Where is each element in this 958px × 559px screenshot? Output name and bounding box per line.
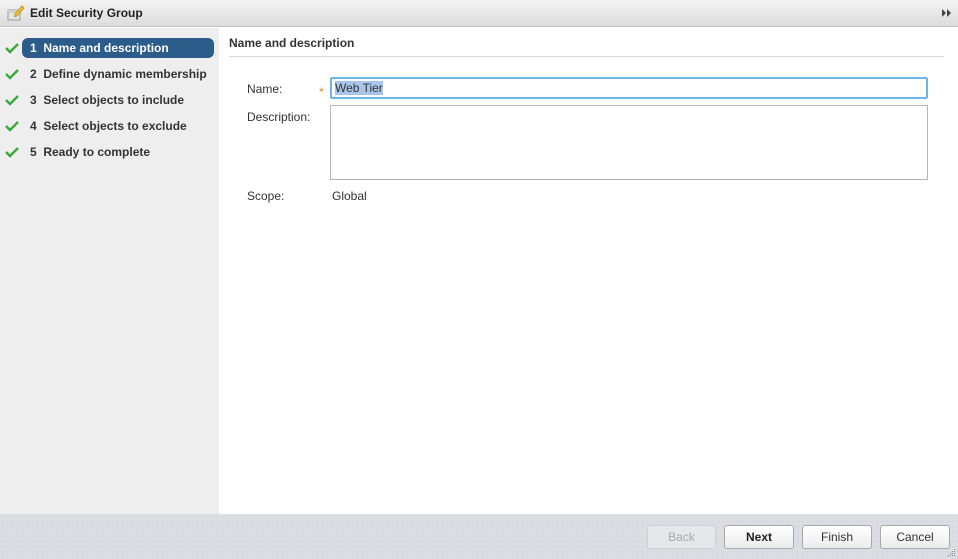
- dialog-titlebar: Edit Security Group: [0, 0, 958, 27]
- checkmark-icon: [5, 43, 19, 54]
- step-label: 5 Ready to complete: [30, 145, 151, 159]
- wizard-steps-sidebar: 1 Name and description 2 Define dynamic …: [0, 28, 219, 514]
- edit-group-icon: [7, 5, 25, 21]
- finish-button[interactable]: Finish: [802, 525, 872, 549]
- checkmark-icon: [5, 69, 19, 80]
- required-indicator: *: [319, 85, 324, 99]
- checkmark-icon: [5, 121, 19, 132]
- wizard-step-3[interactable]: 3 Select objects to include: [0, 90, 219, 110]
- description-label: Description:: [247, 110, 311, 124]
- step-label: 2 Define dynamic membership: [30, 67, 207, 81]
- resize-grip-icon[interactable]: [948, 549, 956, 557]
- cancel-button[interactable]: Cancel: [880, 525, 950, 549]
- scope-label: Scope:: [247, 189, 285, 203]
- double-chevron-right-icon[interactable]: [940, 6, 954, 20]
- scope-value: Global: [332, 189, 367, 203]
- section-divider: [229, 56, 944, 57]
- step-label: 3 Select objects to include: [30, 93, 185, 107]
- checkmark-icon: [5, 95, 19, 106]
- name-input-value: Web Tier: [335, 81, 383, 95]
- name-label: Name:: [247, 82, 283, 96]
- wizard-step-2[interactable]: 2 Define dynamic membership: [0, 64, 219, 84]
- wizard-step-5[interactable]: 5 Ready to complete: [0, 142, 219, 162]
- section-title: Name and description: [229, 36, 355, 50]
- step-label: 1 Name and description: [30, 41, 169, 55]
- dialog-title: Edit Security Group: [30, 6, 143, 20]
- back-button[interactable]: Back: [647, 525, 716, 549]
- wizard-content: Name and description Name: * Web Tier De…: [219, 28, 958, 514]
- wizard-step-4[interactable]: 4 Select objects to exclude: [0, 116, 219, 136]
- name-input[interactable]: Web Tier: [330, 77, 928, 99]
- wizard-step-1[interactable]: 1 Name and description: [0, 38, 219, 58]
- next-button[interactable]: Next: [724, 525, 794, 549]
- wizard-footer: Back Next Finish Cancel: [0, 514, 958, 559]
- checkmark-icon: [5, 147, 19, 158]
- description-input[interactable]: [330, 105, 928, 180]
- step-label: 4 Select objects to exclude: [30, 119, 187, 133]
